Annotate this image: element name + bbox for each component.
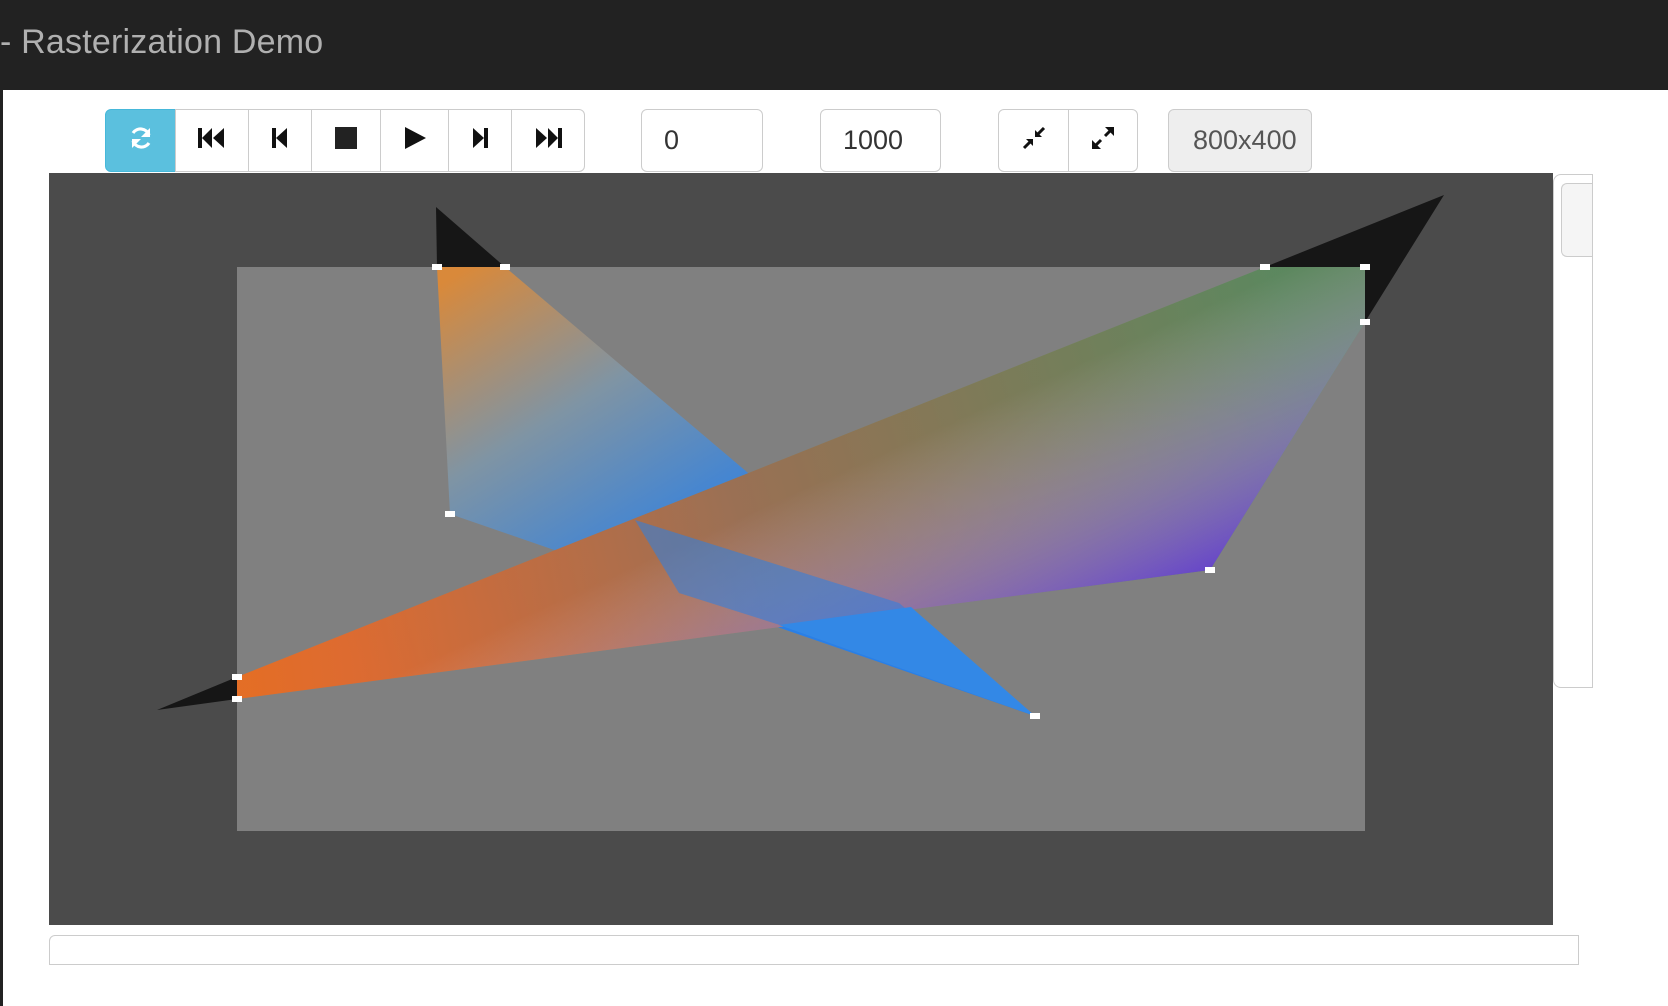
step-backward-icon <box>270 126 290 155</box>
vertex-marker[interactable] <box>1260 264 1270 270</box>
refresh-icon <box>127 124 155 157</box>
vertex-marker[interactable] <box>232 674 242 680</box>
end-frame-input[interactable] <box>820 109 941 172</box>
playback-controls <box>105 109 585 172</box>
top-navbar: - Rasterization Demo <box>0 0 1668 90</box>
play-button[interactable] <box>380 109 449 172</box>
canvas-drawing <box>157 195 1444 831</box>
vertex-marker[interactable] <box>1030 713 1040 719</box>
stop-icon <box>334 126 358 155</box>
vertex-marker[interactable] <box>432 264 442 270</box>
app-title: - Rasterization Demo <box>0 23 324 61</box>
step-forward-button[interactable] <box>448 109 512 172</box>
left-border <box>0 90 3 1006</box>
fast-forward-icon <box>533 126 563 155</box>
play-icon <box>403 126 427 155</box>
fast-backward-icon <box>197 126 227 155</box>
vertex-marker[interactable] <box>1205 567 1215 573</box>
skip-to-start-button[interactable] <box>175 109 249 172</box>
expand-button[interactable] <box>1068 109 1138 172</box>
side-panel-tab[interactable] <box>1561 183 1592 257</box>
start-frame-input[interactable] <box>641 109 763 172</box>
expand-icon <box>1090 125 1116 156</box>
vertex-marker[interactable] <box>1360 319 1370 325</box>
vertex-marker[interactable] <box>500 264 510 270</box>
bottom-panel <box>49 935 1579 965</box>
zoom-controls <box>998 109 1138 172</box>
vertex-marker[interactable] <box>1360 264 1370 270</box>
compress-icon <box>1021 125 1047 156</box>
render-canvas[interactable] <box>49 173 1553 925</box>
vertex-marker[interactable] <box>232 696 242 702</box>
skip-to-end-button[interactable] <box>511 109 585 172</box>
vertex-marker[interactable] <box>445 511 455 517</box>
step-back-button[interactable] <box>248 109 312 172</box>
refresh-button[interactable] <box>105 109 176 172</box>
stop-button[interactable] <box>311 109 381 172</box>
shrink-button[interactable] <box>998 109 1069 172</box>
side-panel <box>1553 174 1593 688</box>
step-forward-icon <box>470 126 490 155</box>
resolution-display: 800x400 <box>1168 109 1312 172</box>
